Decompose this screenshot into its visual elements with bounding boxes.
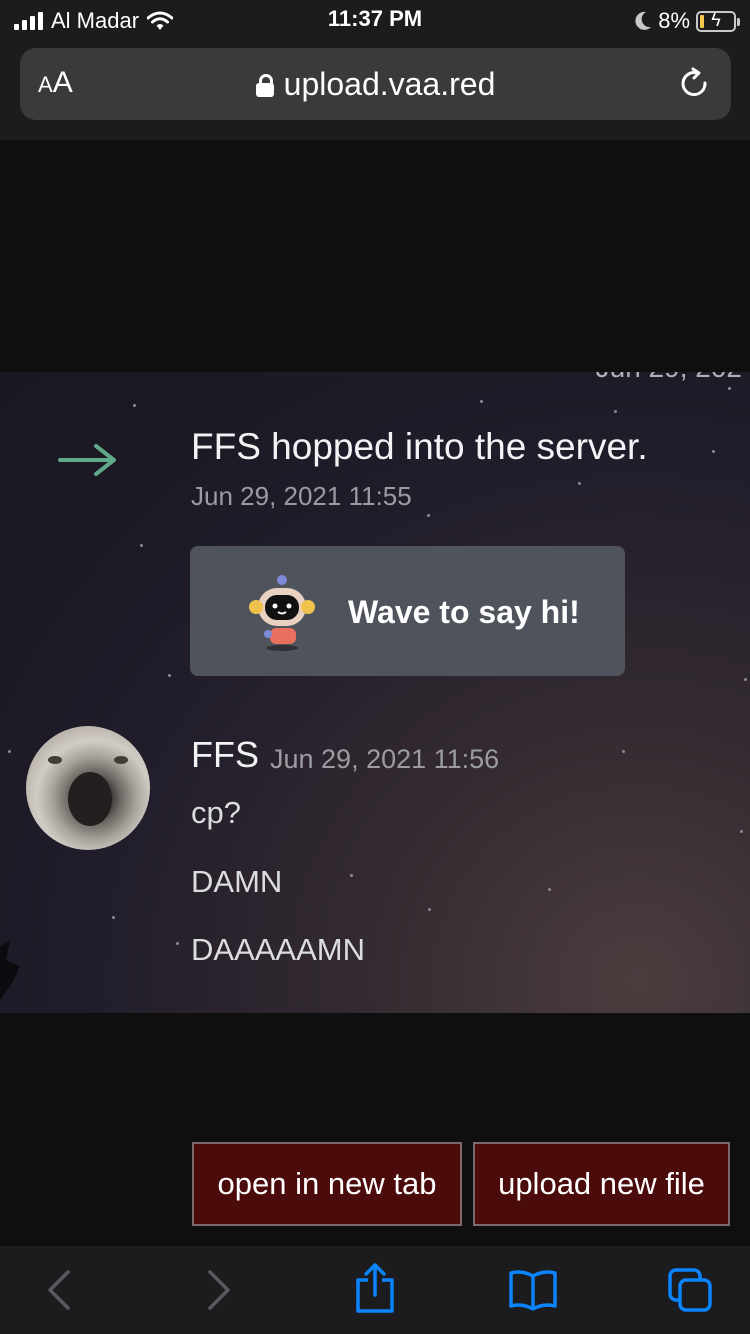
- url-display[interactable]: upload.vaa.red: [20, 48, 731, 120]
- status-bar-right: 8% ϟ: [632, 6, 740, 36]
- url-text: upload.vaa.red: [283, 65, 496, 102]
- image-top-padding: [0, 140, 750, 372]
- share-icon[interactable]: [354, 1262, 396, 1314]
- bookmarks-icon[interactable]: [508, 1268, 558, 1312]
- message-line: cp?: [191, 795, 241, 830]
- upload-new-file-button[interactable]: upload new file: [473, 1142, 730, 1226]
- tabs-icon[interactable]: [666, 1266, 716, 1314]
- message-line: DAMN: [191, 864, 283, 899]
- forward-icon[interactable]: [204, 1268, 234, 1312]
- back-icon[interactable]: [44, 1268, 74, 1312]
- wumpus-robot-icon: [249, 575, 315, 651]
- open-in-new-tab-button[interactable]: open in new tab: [192, 1142, 462, 1226]
- wave-button-label: Wave to say hi!: [348, 594, 580, 630]
- status-bar: Al Madar 11:37 PM 8% ϟ: [0, 0, 750, 40]
- image-edge-shape: [0, 940, 22, 1000]
- message-author: FFS: [191, 734, 259, 775]
- lock-icon: [255, 74, 274, 97]
- avatar: [26, 726, 150, 850]
- moon-icon: [635, 11, 652, 30]
- join-timestamp: Jun 29, 2021 11:55: [191, 481, 412, 511]
- browser-header: AA upload.vaa.red: [0, 40, 750, 140]
- browser-toolbar: [0, 1246, 750, 1334]
- reload-icon[interactable]: [677, 66, 713, 102]
- address-bar[interactable]: AA upload.vaa.red: [20, 48, 731, 120]
- join-message: FFS hopped into the server.: [191, 426, 648, 467]
- battery-percent: 8%: [658, 8, 690, 33]
- join-arrow-icon: [58, 444, 116, 476]
- battery-charging-icon: ϟ: [696, 10, 740, 32]
- message-timestamp: Jun 29, 2021 11:56: [270, 744, 500, 774]
- message-line: DAAAAAMN: [191, 932, 365, 967]
